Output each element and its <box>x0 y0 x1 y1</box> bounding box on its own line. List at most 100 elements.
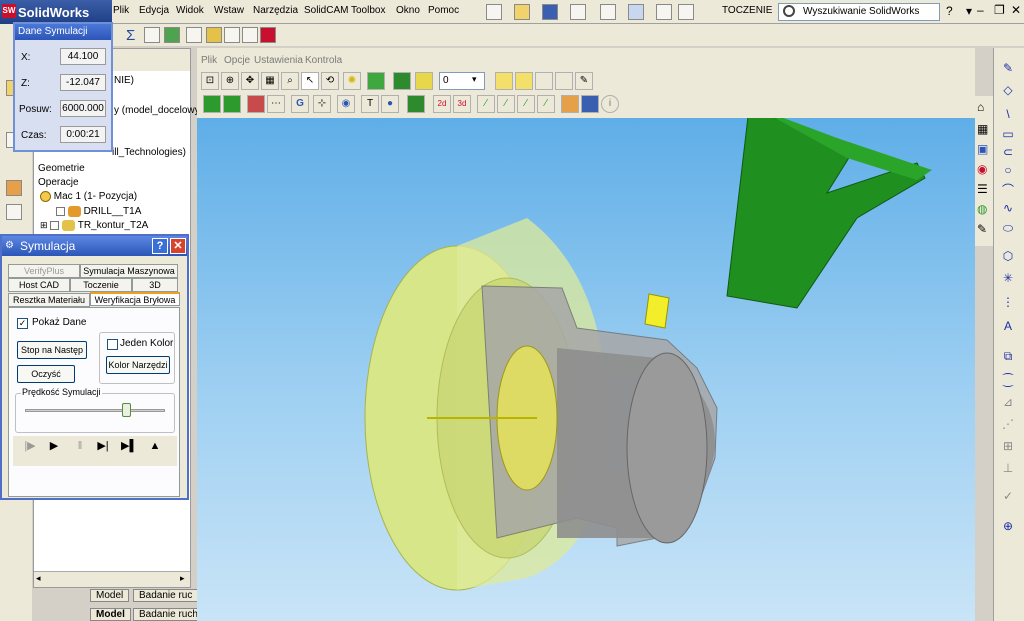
tab-model-inner[interactable]: Model <box>90 589 130 602</box>
tree-item-drill[interactable]: DRILL__T1A <box>56 206 141 217</box>
zoom-icon[interactable]: ⌕ <box>281 72 299 90</box>
expand-icon[interactable]: ⊞ <box>40 220 48 230</box>
close-icon[interactable]: ✕ <box>1011 3 1021 17</box>
tab-resztka-materialu[interactable]: Resztka Materiału <box>8 293 90 307</box>
globe-icon[interactable]: ◍ <box>977 202 987 216</box>
spline-icon[interactable]: ∿ <box>1000 200 1016 216</box>
restore-icon[interactable]: ❐ <box>994 3 1005 17</box>
save-icon[interactable] <box>542 4 558 20</box>
tree-item-model[interactable]: y (model_docelowy <box>114 105 200 116</box>
tree-item-technologies[interactable]: ill_Technologies) <box>112 147 186 158</box>
simulation-window[interactable]: ⚙ Symulacja ? ✕ VerifyPlus Symulacja Mas… <box>0 234 189 500</box>
trim-icon[interactable]: ⁐ <box>1000 372 1016 388</box>
traffic-light-icon[interactable] <box>656 4 672 20</box>
help-button[interactable]: ? <box>152 238 168 254</box>
play-icon[interactable]: ▶ <box>46 438 62 454</box>
stock-icon[interactable] <box>393 72 411 90</box>
view-iso-icon[interactable] <box>495 72 513 90</box>
menu-toolbox[interactable]: Toolbox <box>351 5 385 16</box>
single-color-checkbox[interactable] <box>107 339 118 350</box>
menu-narzedzia[interactable]: Narzędzia <box>253 5 298 16</box>
target-icon[interactable] <box>415 72 433 90</box>
eject-icon[interactable]: ▲ <box>147 438 163 454</box>
axes-icon[interactable]: ⊹ <box>313 95 331 113</box>
step-back-icon[interactable]: |▶ <box>22 438 38 454</box>
sigma-icon[interactable]: Σ <box>126 27 135 44</box>
simulation-data-title[interactable]: Dane Symulacji <box>15 24 111 40</box>
view-top-icon[interactable] <box>535 72 553 90</box>
view-right-icon[interactable] <box>555 72 573 90</box>
solid-cube-icon[interactable] <box>367 72 385 90</box>
minimize-icon[interactable]: – <box>977 3 984 17</box>
list-icon[interactable]: ☰ <box>977 182 988 196</box>
centerline-icon[interactable]: ⋮ <box>1000 294 1016 310</box>
settings-icon[interactable] <box>224 27 240 43</box>
mode-3d-icon[interactable]: 3d <box>453 95 471 113</box>
appearance-icon[interactable]: ◉ <box>977 162 987 176</box>
menu-wstaw[interactable]: Wstaw <box>214 5 244 16</box>
view-combo[interactable]: 0 ▾ <box>439 72 485 90</box>
g-code-icon[interactable]: G <box>291 95 309 113</box>
stock-view-icon[interactable] <box>247 95 265 113</box>
menu-pomoc[interactable]: Pomoc <box>428 5 459 16</box>
print-icon[interactable] <box>570 4 586 20</box>
rectangle-icon[interactable]: ▭ <box>1000 126 1016 142</box>
wireframe-icon[interactable] <box>223 95 241 113</box>
close-button[interactable]: ✕ <box>170 238 186 254</box>
sim-menu-ustawienia[interactable]: Ustawienia <box>254 55 303 66</box>
tree-item-fragment[interactable]: NIE) <box>114 75 134 86</box>
tree-item-operacje[interactable]: Operacje <box>38 177 79 188</box>
text-icon[interactable]: A <box>1000 318 1016 334</box>
horizontal-scrollbar[interactable]: ◂ ▸ <box>34 571 190 587</box>
construction-icon[interactable]: ⊞ <box>1000 438 1016 454</box>
dots-icon[interactable]: ⋯ <box>267 95 285 113</box>
sim-menu-opcje[interactable]: Opcje <box>224 55 250 66</box>
menu-solidcam[interactable]: SolidCAM <box>304 5 348 16</box>
pan-icon[interactable]: ✥ <box>241 72 259 90</box>
tab-verifyplus[interactable]: VerifyPlus <box>8 264 80 278</box>
help-dropdown-icon[interactable]: ▾ <box>966 4 972 18</box>
tab-3d[interactable]: 3D <box>132 278 178 292</box>
quick-snap-icon[interactable]: ⊕ <box>1000 518 1016 534</box>
run-to-end-icon[interactable]: ▶▌ <box>121 438 137 454</box>
help-icon[interactable]: ? <box>946 4 953 18</box>
menu-edycja[interactable]: Edycja <box>139 5 169 16</box>
info-blue-icon[interactable]: ● <box>381 95 399 113</box>
menu-widok[interactable]: Widok <box>176 5 204 16</box>
show-data-checkbox[interactable]: ✓ <box>17 318 28 329</box>
tree-item-tr[interactable]: ⊞ TR_kontur_T2A <box>40 220 148 231</box>
search-input[interactable]: Wyszukiwanie SolidWorks <box>778 3 940 21</box>
tool-icon[interactable] <box>144 27 160 43</box>
tab-model[interactable]: Model <box>90 608 131 621</box>
select-pointer-icon[interactable] <box>628 4 644 20</box>
tab-toczenie[interactable]: Toczenie <box>70 278 132 292</box>
tool-path4-icon[interactable]: ⁄ <box>537 95 555 113</box>
sim-menu-kontrola[interactable]: Kontrola <box>305 55 342 66</box>
polygon-icon[interactable]: ⬡ <box>1000 248 1016 264</box>
zoom-area-icon[interactable]: ▦ <box>261 72 279 90</box>
home-icon[interactable]: ⌂ <box>977 100 984 114</box>
relations-icon[interactable]: ⊥ <box>1000 460 1016 476</box>
pattern-icon[interactable]: ⋰ <box>1000 416 1016 432</box>
tab-motion-inner[interactable]: Badanie ruc <box>133 589 199 602</box>
3d-viewport[interactable] <box>197 118 975 621</box>
view-front-icon[interactable] <box>515 72 533 90</box>
pause-icon[interactable]: ‖ <box>72 438 88 454</box>
repair-icon[interactable]: ✓ <box>1000 488 1016 504</box>
ellipse-icon[interactable]: ⬭ <box>1000 220 1016 236</box>
target-circle-icon[interactable]: ◉ <box>337 95 355 113</box>
light-bulb-icon[interactable]: ✺ <box>343 72 361 90</box>
new-document-icon[interactable] <box>486 4 502 20</box>
stop-icon[interactable] <box>260 27 276 43</box>
simulation-title-bar[interactable]: ⚙ Symulacja ? ✕ <box>2 236 187 256</box>
simulate-icon[interactable] <box>206 27 222 43</box>
rotate-icon[interactable]: ⟲ <box>321 72 339 90</box>
smart-dimension-icon[interactable]: ◇ <box>1000 82 1016 98</box>
tab-symulacja-maszynowa[interactable]: Symulacja Maszynowa <box>80 264 178 278</box>
tree-item-mac1[interactable]: Mac 1 (1- Pozycja) <box>40 191 137 202</box>
point-icon[interactable]: ✳ <box>1000 270 1016 286</box>
zoom-window-icon[interactable]: ⊕ <box>221 72 239 90</box>
simulation-data-window[interactable]: Dane Symulacji X: 44.100 Z: -12.047 Posu… <box>13 22 113 152</box>
mode-2d-icon[interactable]: 2d <box>433 95 451 113</box>
doc-icon[interactable]: ▣ <box>977 142 988 156</box>
